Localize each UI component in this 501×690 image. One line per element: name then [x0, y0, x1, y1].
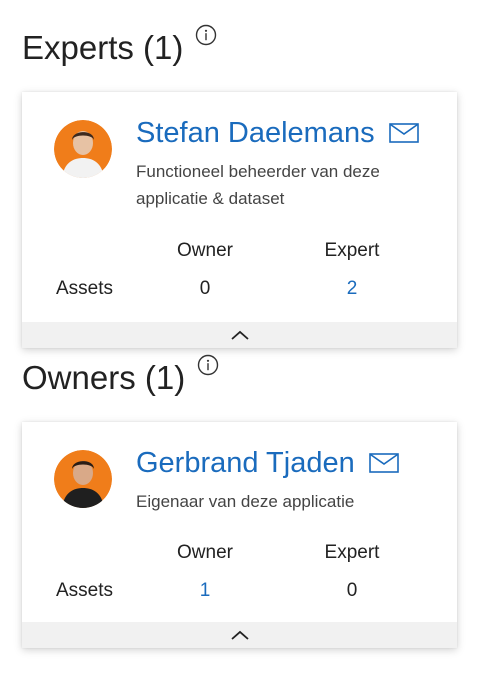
experts-section-header: Experts (1)	[22, 24, 217, 68]
mail-icon[interactable]	[368, 453, 399, 473]
owner-column-header: Owner	[177, 240, 233, 261]
person-description: Functioneel beheerder van deze applicati…	[136, 162, 380, 208]
person-name-row: Stefan Daelemans	[136, 116, 419, 150]
avatar	[54, 120, 112, 178]
expert-assets-count-link[interactable]: 2	[297, 278, 407, 300]
person-name-link[interactable]: Gerbrand Tjaden	[136, 446, 355, 480]
assets-row-label: Assets	[56, 278, 114, 299]
owner-column-header: Owner	[177, 542, 233, 563]
person-name-row: Gerbrand Tjaden	[136, 446, 399, 480]
info-icon[interactable]	[195, 24, 217, 46]
person-name-link[interactable]: Stefan Daelemans	[136, 116, 375, 150]
chevron-up-icon	[230, 330, 249, 340]
assets-row-label: Assets	[56, 580, 114, 601]
owner-card: Gerbrand Tjaden Eigenaar van deze applic…	[22, 422, 457, 648]
owner-assets-count: 0	[199, 278, 211, 299]
avatar	[54, 450, 112, 508]
chevron-up-icon	[230, 630, 249, 640]
owner-assets-count-link[interactable]: 1	[150, 580, 260, 602]
experts-section-title: Experts (1)	[22, 29, 184, 66]
expert-column-header: Expert	[324, 240, 380, 261]
expert-card: Stefan Daelemans Functioneel beheerder v…	[22, 92, 457, 348]
owners-section-header: Owners (1)	[22, 354, 219, 398]
mail-icon[interactable]	[388, 123, 419, 143]
owners-section-title: Owners (1)	[22, 359, 186, 396]
info-icon[interactable]	[197, 354, 219, 376]
expert-column-header: Expert	[324, 542, 380, 563]
collapse-button[interactable]	[22, 322, 457, 348]
expert-assets-count: 0	[346, 580, 358, 601]
person-description: Eigenaar van deze applicatie	[136, 492, 355, 511]
collapse-button[interactable]	[22, 622, 457, 648]
